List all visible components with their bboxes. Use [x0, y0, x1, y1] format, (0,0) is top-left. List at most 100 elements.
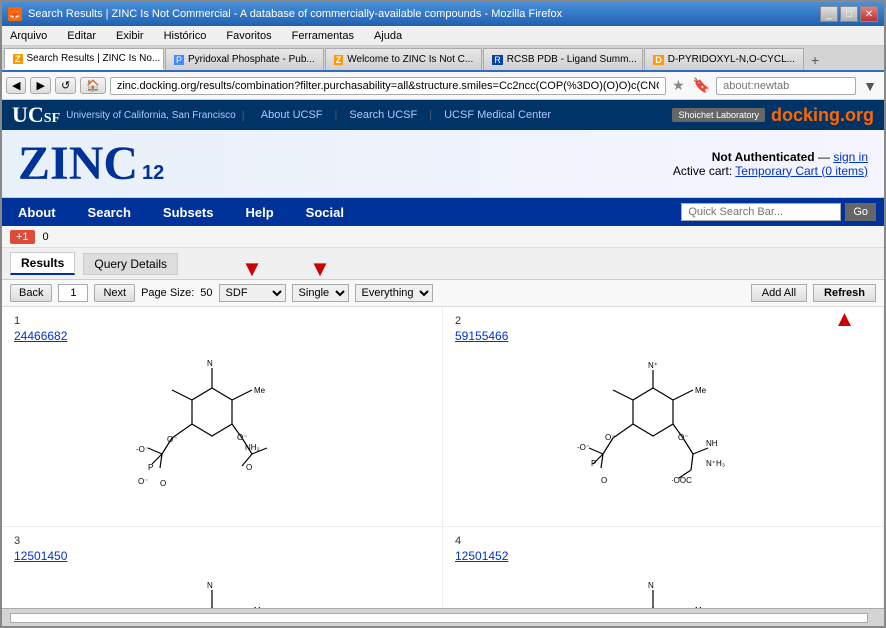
gplus-button[interactable]: +1 [10, 230, 35, 244]
tab-1-favicon: P [174, 55, 184, 65]
tab-0-label: Search Results | ZINC Is No... [27, 53, 161, 64]
browser-window: 🦊 Search Results | ZINC Is Not Commercia… [0, 0, 886, 628]
results-grid: 1 24466682 [2, 307, 884, 608]
compound-cell-2: 2 59155466 [443, 307, 884, 527]
compound-2-image: N⁺ Me O⁻ O⁻ -O⁻ P O NH ·OOC N⁺H₃ [455, 343, 871, 513]
format-select[interactable]: SDF MOL2 SMILES [219, 284, 286, 302]
destination-select[interactable]: Everything Cart Download [355, 284, 433, 302]
maximize-button[interactable]: □ [840, 6, 858, 22]
tab-4[interactable]: D D-PYRIDOXYL-N,O-CYCL... [644, 48, 804, 70]
tab-3[interactable]: R RCSB PDB - Ligand Summ... [483, 48, 643, 70]
gplus-count: 0 [43, 231, 49, 243]
format-container: ▼ SDF MOL2 SMILES [219, 284, 286, 302]
nav-search[interactable]: Search [72, 199, 147, 226]
mode-select[interactable]: Single Multi Batch [292, 284, 349, 302]
svg-text:-O⁻: -O⁻ [136, 445, 149, 454]
back-button[interactable]: Back [10, 284, 52, 302]
svg-text:Me: Me [254, 386, 266, 395]
tab-0-favicon: Z [13, 54, 23, 64]
reload-nav-button[interactable]: ↺ [55, 77, 76, 94]
compound-cell-4: 4 12501452 [443, 527, 884, 608]
address-input[interactable] [110, 77, 666, 95]
controls-bar: Back Next Page Size: 50 ▼ SDF MOL2 SMILE… [2, 280, 884, 307]
go-button[interactable]: Go [845, 203, 876, 221]
refresh-container: Refresh ▲ [813, 284, 876, 302]
bookmark-star-icon[interactable]: ★ [670, 77, 687, 94]
gplus-bar: +1 0 [2, 226, 884, 248]
query-details-tab[interactable]: Query Details [83, 253, 178, 275]
bookmark-icon: 🔖 [691, 77, 712, 94]
compound-3-number: 3 [14, 535, 430, 547]
close-button[interactable]: ✕ [860, 6, 878, 22]
nav-social[interactable]: Social [290, 199, 360, 226]
tab-0[interactable]: Z Search Results | ZINC Is No... ✕ [4, 48, 164, 70]
svg-text:O: O [601, 476, 607, 485]
page-size-label: Page Size: [141, 287, 194, 299]
ucsf-link-search[interactable]: Search UCSF [349, 109, 417, 121]
page-size-value: 50 [200, 287, 212, 299]
quick-search-input[interactable] [681, 203, 841, 221]
compound-4-link[interactable]: 12501452 [455, 549, 508, 563]
status-bar [2, 608, 884, 626]
compound-1-number: 1 [14, 315, 430, 327]
ucsf-link-about[interactable]: About UCSF [261, 109, 323, 121]
zinc-title: ZINC [18, 136, 138, 191]
ucsf-link-medical[interactable]: UCSF Medical Center [444, 109, 551, 121]
page-number-input[interactable] [58, 284, 88, 302]
nav-subsets[interactable]: Subsets [147, 199, 230, 226]
ucsf-bar: UCSF University of California, San Franc… [2, 100, 884, 130]
menu-exibir[interactable]: Exibir [112, 29, 148, 43]
svg-text:O⁻: O⁻ [138, 477, 148, 486]
svg-text:N⁺: N⁺ [648, 361, 658, 370]
minimize-button[interactable]: _ [820, 6, 838, 22]
back-nav-button[interactable]: ◀ [6, 77, 26, 94]
ucsf-university: University of California, San Francisco [66, 110, 236, 121]
compound-3-image: N Me OH O⁻ p-O⁻ B OH NH₂ [14, 563, 430, 608]
search-down-button[interactable]: ▼ [860, 78, 880, 94]
window-title: Search Results | ZINC Is Not Commercial … [28, 8, 562, 20]
cart-label: Active cart: [673, 164, 732, 178]
cart-value[interactable]: Temporary Cart (0 items) [735, 164, 868, 178]
auth-status-text: Not Authenticated [712, 150, 815, 164]
tab-4-favicon: D [653, 55, 664, 65]
compound-3-link[interactable]: 12501450 [14, 549, 67, 563]
menu-ferramentas[interactable]: Ferramentas [288, 29, 358, 43]
new-tab-button[interactable]: + [805, 50, 825, 70]
menu-historico[interactable]: Histórico [160, 29, 211, 43]
cart-info: Active cart: Temporary Cart (0 items) [673, 164, 868, 178]
page-content: UCSF University of California, San Franc… [2, 100, 884, 608]
tab-1[interactable]: P Pyridoxal Phosphate - Pub... [165, 48, 324, 70]
forward-nav-button[interactable]: ▶ [30, 77, 50, 94]
compound-1-svg: N Me O⁻ O⁻ -O⁻ P O⁻ O NH₂ O [112, 348, 332, 508]
refresh-button[interactable]: Refresh [813, 284, 876, 302]
menu-editar[interactable]: Editar [63, 29, 100, 43]
next-button[interactable]: Next [94, 284, 135, 302]
menu-arquivo[interactable]: Arquivo [6, 29, 51, 43]
nav-about[interactable]: About [2, 199, 72, 226]
svg-text:-O⁻: -O⁻ [577, 443, 590, 452]
zinc-header: ZINC 12 Not Authenticated — sign in Acti… [2, 130, 884, 198]
results-tab[interactable]: Results [10, 252, 75, 275]
mode-container: ▼ Single Multi Batch [292, 284, 349, 302]
quick-search-area: Go [360, 203, 884, 221]
menu-favoritos[interactable]: Favoritos [222, 29, 275, 43]
svg-text:NH: NH [706, 439, 718, 448]
compound-2-link[interactable]: 59155466 [455, 329, 508, 343]
browser-search-input[interactable] [716, 77, 856, 95]
svg-text:O⁻: O⁻ [605, 433, 615, 442]
menu-ajuda[interactable]: Ajuda [370, 29, 406, 43]
tab-1-label: Pyridoxal Phosphate - Pub... [188, 54, 315, 65]
tab-2-label: Welcome to ZINC Is Not C... [347, 54, 473, 65]
svg-text:Me: Me [695, 386, 707, 395]
ucsf-links: About UCSF | Search UCSF | UCSF Medical … [261, 109, 551, 121]
tab-2[interactable]: Z Welcome to ZINC Is Not C... [325, 48, 482, 70]
docking-logo: docking.org [771, 105, 874, 126]
nav-help[interactable]: Help [230, 199, 290, 226]
home-nav-button[interactable]: 🏠 [80, 77, 106, 94]
add-all-button[interactable]: Add All [751, 284, 807, 302]
arrow-up-refresh-icon: ▲ [834, 308, 856, 330]
ucsf-logo: UCSF [12, 102, 60, 128]
auth-signin-link[interactable]: sign in [833, 150, 868, 164]
tab-3-favicon: R [492, 55, 503, 65]
compound-1-link[interactable]: 24466682 [14, 329, 67, 343]
